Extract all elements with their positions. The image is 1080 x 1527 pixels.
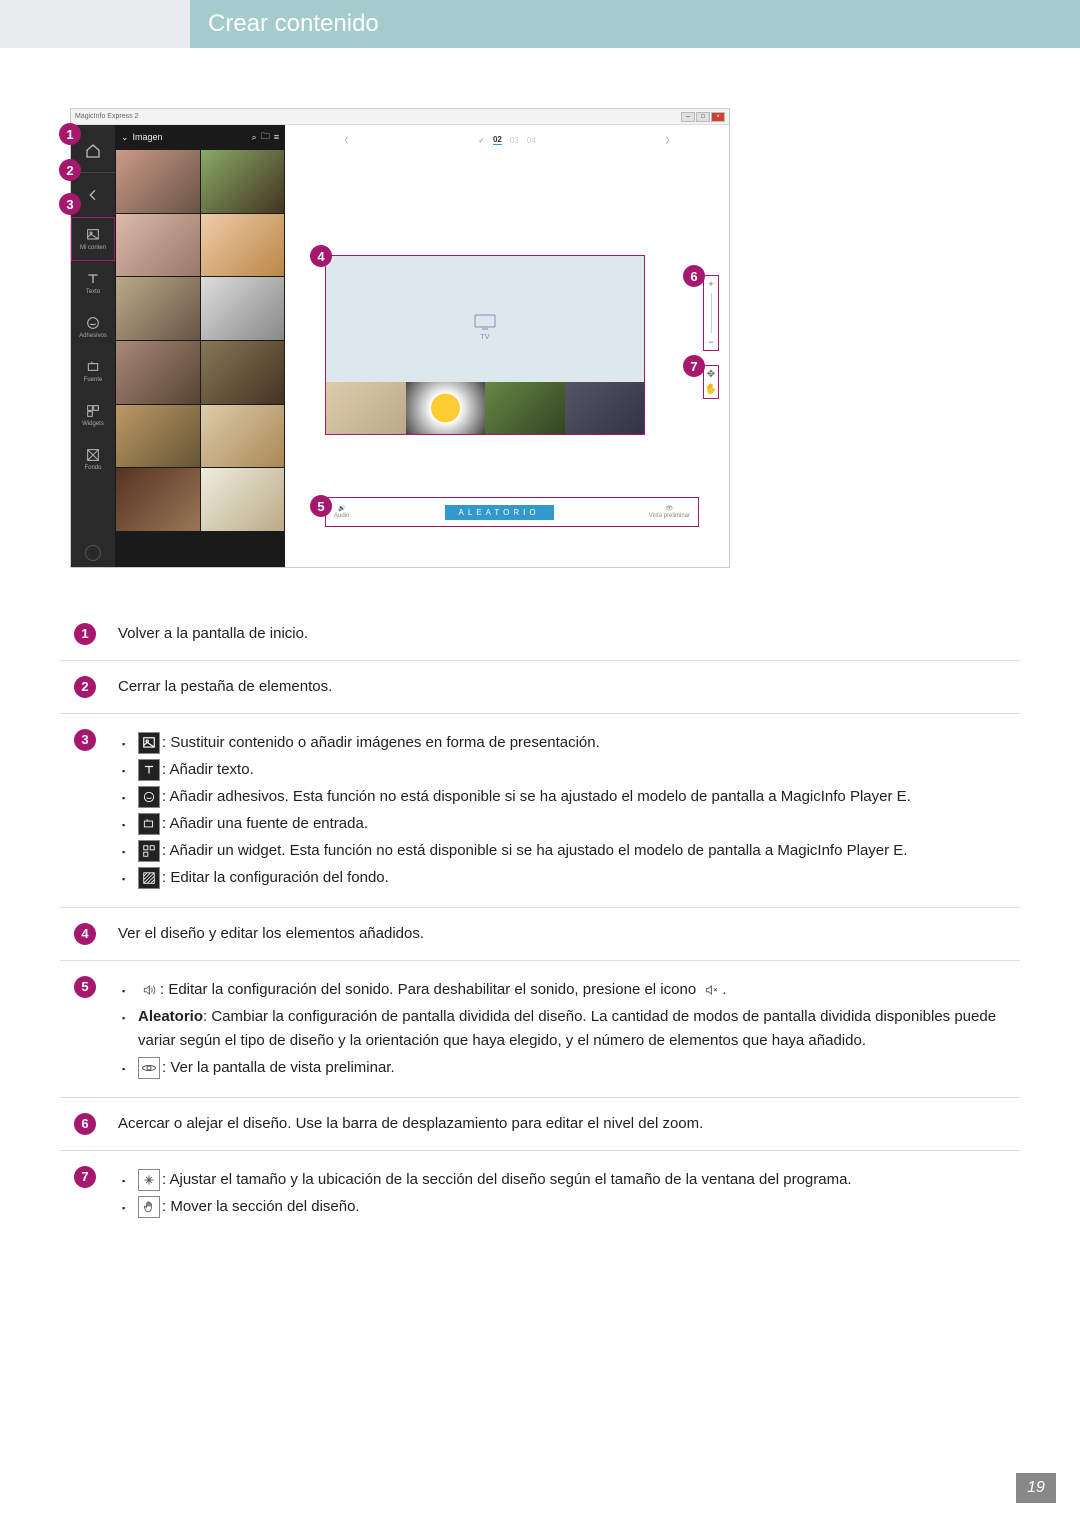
close-button[interactable]: ×	[711, 112, 725, 122]
nav-prev-icon[interactable]: 〈	[340, 135, 348, 146]
thumbnail[interactable]	[116, 277, 200, 340]
canvas-slot[interactable]	[326, 382, 406, 434]
wizard-nav: 〈 ✓ 02 03 04 〉	[285, 125, 729, 155]
thumbnail[interactable]	[116, 468, 200, 531]
legend-num-4: 4	[74, 923, 96, 945]
canvas-slot[interactable]	[406, 382, 486, 434]
zoom-out-icon[interactable]: −	[708, 337, 713, 347]
folder-icon[interactable]: 🗀	[261, 129, 270, 145]
chevron-down-icon[interactable]: ⌄	[121, 132, 129, 143]
check-icon: ✓	[478, 136, 485, 145]
app-screenshot: 1 2 3 MagicInfo Express 2 – □ × Mi conte…	[70, 108, 730, 568]
window-title: MagicInfo Express 2	[75, 113, 138, 120]
step-02[interactable]: 02	[493, 135, 502, 145]
speaker-on-icon	[138, 981, 160, 999]
legend-text-7: : Ajustar el tamaño y la ubicación de la…	[110, 1151, 1020, 1237]
source-icon	[138, 813, 160, 835]
menu-icon[interactable]: ≡	[274, 132, 279, 142]
page-header: Crear contenido	[0, 0, 1080, 48]
legend-num-7: 7	[74, 1166, 96, 1188]
speaker-icon: 🔊	[338, 505, 345, 512]
thumbnail[interactable]	[116, 150, 200, 213]
window-titlebar: MagicInfo Express 2 – □ ×	[71, 109, 729, 125]
zoom-control[interactable]: + −	[703, 275, 719, 351]
legend-num-3: 3	[74, 729, 96, 751]
hand-move-icon	[138, 1196, 160, 1218]
canvas-slot[interactable]	[485, 382, 565, 434]
marker-2: 2	[59, 159, 81, 181]
legend-table: 1 Volver a la pantalla de inicio. 2 Cerr…	[60, 608, 1020, 1236]
step-03[interactable]: 03	[510, 136, 519, 145]
thumbnail[interactable]	[201, 468, 285, 531]
search-icon[interactable]: ⌕	[252, 132, 257, 143]
sticker-icon	[138, 786, 160, 808]
thumbnail[interactable]	[116, 405, 200, 468]
legend-text-2: Cerrar la pestaña de elementos.	[110, 661, 1020, 714]
bottom-bar: 🔊 Audio ALEATORIO 👁 Vista preliminar	[325, 497, 699, 527]
thumbnail[interactable]	[201, 277, 285, 340]
preview-control[interactable]: 👁 Vista preliminar	[649, 505, 690, 519]
preview-box-icon	[138, 1057, 160, 1079]
rail-fondo[interactable]: Fondo	[71, 437, 115, 481]
widget-icon	[138, 840, 160, 862]
hand-icon[interactable]: ✋	[705, 384, 717, 395]
rail-fuente[interactable]: Fuente	[71, 349, 115, 393]
image-icon	[138, 732, 160, 754]
legend-num-1: 1	[74, 623, 96, 645]
editor-area: 〈 ✓ 02 03 04 〉 4 TV	[285, 125, 729, 567]
legend-num-5: 5	[74, 976, 96, 998]
move-control[interactable]: ✥ ✋	[703, 365, 719, 399]
legend-num-6: 6	[74, 1113, 96, 1135]
audio-control[interactable]: 🔊 Audio	[334, 505, 349, 519]
speaker-off-icon	[700, 981, 722, 999]
minimize-button[interactable]: –	[681, 112, 695, 122]
legend-num-2: 2	[74, 676, 96, 698]
media-panel-title: Imagen	[133, 132, 163, 142]
thumbnail[interactable]	[201, 341, 285, 404]
maximize-button[interactable]: □	[696, 112, 710, 122]
rail-widgets[interactable]: Widgets	[71, 393, 115, 437]
zoom-in-icon[interactable]: +	[708, 279, 713, 289]
legend-text-1: Volver a la pantalla de inicio.	[110, 608, 1020, 661]
header-accent-block	[0, 0, 190, 48]
left-tool-rail: Mi conten Texto Adhesivos Fuente Widgets…	[71, 125, 115, 567]
marker-1: 1	[59, 123, 81, 145]
thumbnail[interactable]	[201, 150, 285, 213]
legend-text-3: : Sustituir contenido o añadir imágenes …	[110, 714, 1020, 908]
marker-3: 3	[59, 193, 81, 215]
preview-icon: 👁	[666, 505, 674, 512]
legend-text-5: : Editar la configuración del sonido. Pa…	[110, 961, 1020, 1098]
page-number: 19	[1016, 1473, 1056, 1503]
legend-text-6: Acercar o alejar el diseño. Use la barra…	[110, 1098, 1020, 1151]
rail-adhesivos[interactable]: Adhesivos	[71, 305, 115, 349]
fit-icon[interactable]: ✥	[707, 369, 715, 380]
legend-text-4: Ver el diseño y editar los elementos aña…	[110, 908, 1020, 961]
aleatorio-button[interactable]: ALEATORIO	[445, 505, 554, 520]
thumbnail[interactable]	[201, 214, 285, 277]
marker-7: 7	[683, 355, 705, 377]
step-04[interactable]: 04	[527, 136, 536, 145]
background-icon	[138, 867, 160, 889]
page-title: Crear contenido	[190, 0, 1080, 48]
tv-placeholder: TV	[473, 313, 497, 341]
design-canvas[interactable]: TV	[325, 255, 645, 435]
rail-texto[interactable]: Texto	[71, 261, 115, 305]
media-panel: ⌄ Imagen ⌕ 🗀 ≡	[115, 125, 285, 567]
rail-micontent[interactable]: Mi conten	[71, 217, 115, 261]
marker-5: 5	[310, 495, 332, 517]
nav-next-icon[interactable]: 〉	[666, 135, 674, 146]
marker-6: 6	[683, 265, 705, 287]
marker-4: 4	[310, 245, 332, 267]
help-button[interactable]: ?	[85, 545, 101, 561]
thumbnail[interactable]	[116, 341, 200, 404]
thumbnail[interactable]	[201, 405, 285, 468]
text-icon	[138, 759, 160, 781]
thumbnail[interactable]	[116, 214, 200, 277]
fit-size-icon	[138, 1169, 160, 1191]
canvas-slot[interactable]	[565, 382, 645, 434]
